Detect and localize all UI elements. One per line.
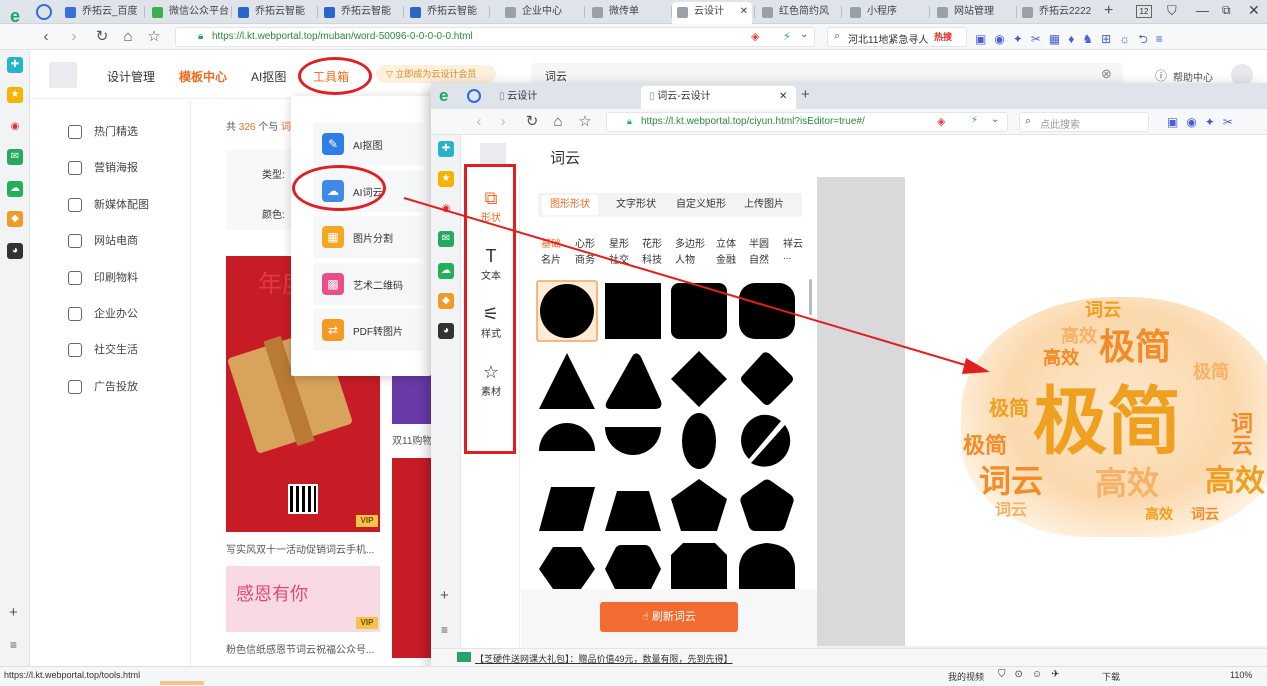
status-bar: https://l.kt.webportal.top/tools.html 我的… xyxy=(0,666,1267,686)
annotation-arrow xyxy=(403,197,990,374)
status-orange-strip xyxy=(160,681,204,685)
status-zoom[interactable]: 110% xyxy=(1230,670,1252,680)
status-url: https://l.kt.webportal.top/tools.html xyxy=(4,670,141,680)
status-icons[interactable]: ⛉⊙☺✈ xyxy=(998,669,1068,680)
status-video-link[interactable]: 我的视频 xyxy=(948,670,984,683)
status-download[interactable]: 下载 xyxy=(1102,670,1120,683)
